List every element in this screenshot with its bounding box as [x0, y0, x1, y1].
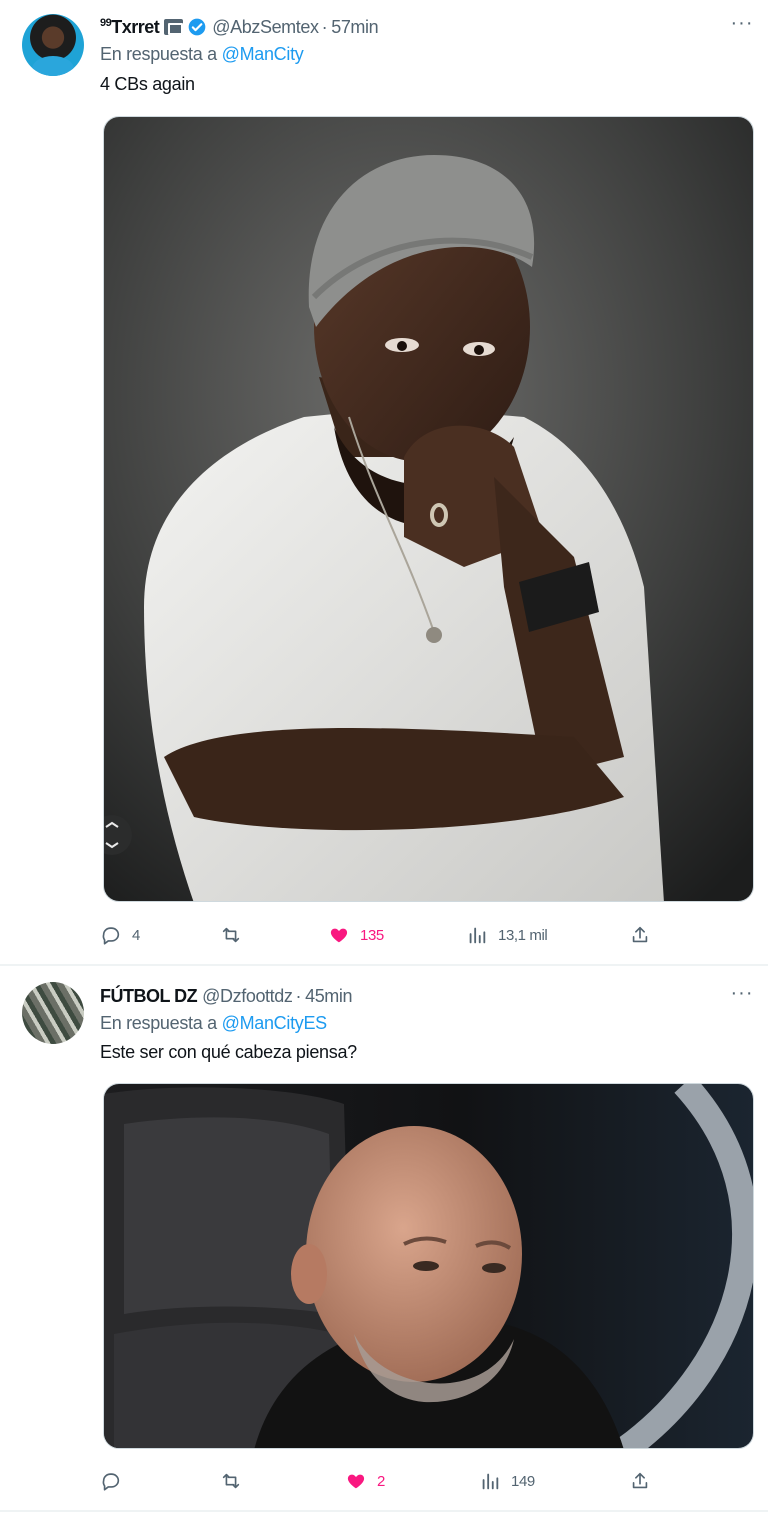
divider: [0, 1510, 768, 1512]
reply-icon: [102, 927, 120, 945]
reply-context: En respuesta a @ManCity: [100, 44, 304, 65]
tweet-image[interactable]: [103, 116, 754, 902]
like-count: 2: [377, 1472, 385, 1490]
repost-icon: [222, 1473, 240, 1489]
display-name[interactable]: 99Txrret: [100, 16, 160, 38]
reply-button[interactable]: [100, 1466, 122, 1496]
views-button[interactable]: 149: [479, 1466, 535, 1496]
tweet-actions: 2 149: [100, 1466, 660, 1496]
avatar[interactable]: [22, 982, 84, 1044]
display-name-text: FÚTBOL DZ: [100, 985, 198, 1006]
reply-mention-link[interactable]: @ManCityES: [222, 1013, 328, 1033]
heart-icon: [330, 928, 348, 943]
share-button[interactable]: [629, 1466, 651, 1496]
divider: [0, 964, 768, 966]
views-count: 13,1 mil: [498, 926, 548, 944]
more-icon[interactable]: ···: [730, 983, 754, 1006]
separator: ·: [295, 985, 302, 1006]
views-button[interactable]: 13,1 mil: [466, 920, 548, 950]
tweet-header: FÚTBOL DZ @Dzfoottdz · 45min: [100, 984, 353, 1008]
more-icon[interactable]: ···: [730, 13, 754, 36]
handle[interactable]: @Dzfoottdz: [202, 986, 293, 1007]
display-name-text: Txrret: [111, 16, 160, 37]
reply-prefix: En respuesta a: [100, 1013, 217, 1033]
avatar[interactable]: [22, 14, 84, 76]
verified-icon: [188, 18, 206, 36]
handle[interactable]: @AbzSemtex: [212, 17, 319, 38]
repost-button[interactable]: [220, 1466, 242, 1496]
tweet-image[interactable]: [103, 1083, 754, 1449]
views-icon: [482, 1473, 499, 1490]
display-name-prefix: 99: [100, 16, 112, 29]
like-count: 135: [360, 926, 384, 944]
views-icon: [469, 927, 486, 944]
display-name[interactable]: FÚTBOL DZ: [100, 985, 198, 1007]
reply-context: En respuesta a @ManCityES: [100, 1013, 327, 1034]
heart-icon: [347, 1474, 365, 1489]
share-icon: [632, 1472, 648, 1489]
timestamp[interactable]: 57min: [331, 17, 378, 38]
reply-mention-link[interactable]: @ManCity: [222, 44, 304, 64]
share-button[interactable]: [629, 920, 651, 950]
views-count: 149: [511, 1472, 535, 1490]
portrait-photo: [104, 117, 753, 901]
tweet-text: Este ser con qué cabeza piensa?: [100, 1042, 357, 1062]
reply-prefix: En respuesta a: [100, 44, 217, 64]
share-icon: [632, 926, 648, 943]
reply-count: 4: [132, 926, 140, 944]
tweet-actions: 4 135 13,1 mil: [100, 920, 660, 950]
repost-icon: [222, 927, 240, 943]
tweet-text: 4 CBs again: [100, 74, 195, 94]
repost-button[interactable]: [220, 920, 242, 950]
timestamp[interactable]: 45min: [305, 986, 352, 1007]
like-button[interactable]: 135: [328, 920, 384, 950]
separator: ·: [321, 16, 328, 37]
like-button[interactable]: 2: [345, 1466, 385, 1496]
reply-icon: [102, 1473, 120, 1491]
affiliate-badge-icon: [164, 19, 184, 35]
reply-button[interactable]: 4: [100, 920, 140, 950]
tweet-header: 99Txrret @AbzSemtex · 57min: [100, 15, 379, 39]
photo: [104, 1084, 753, 1448]
